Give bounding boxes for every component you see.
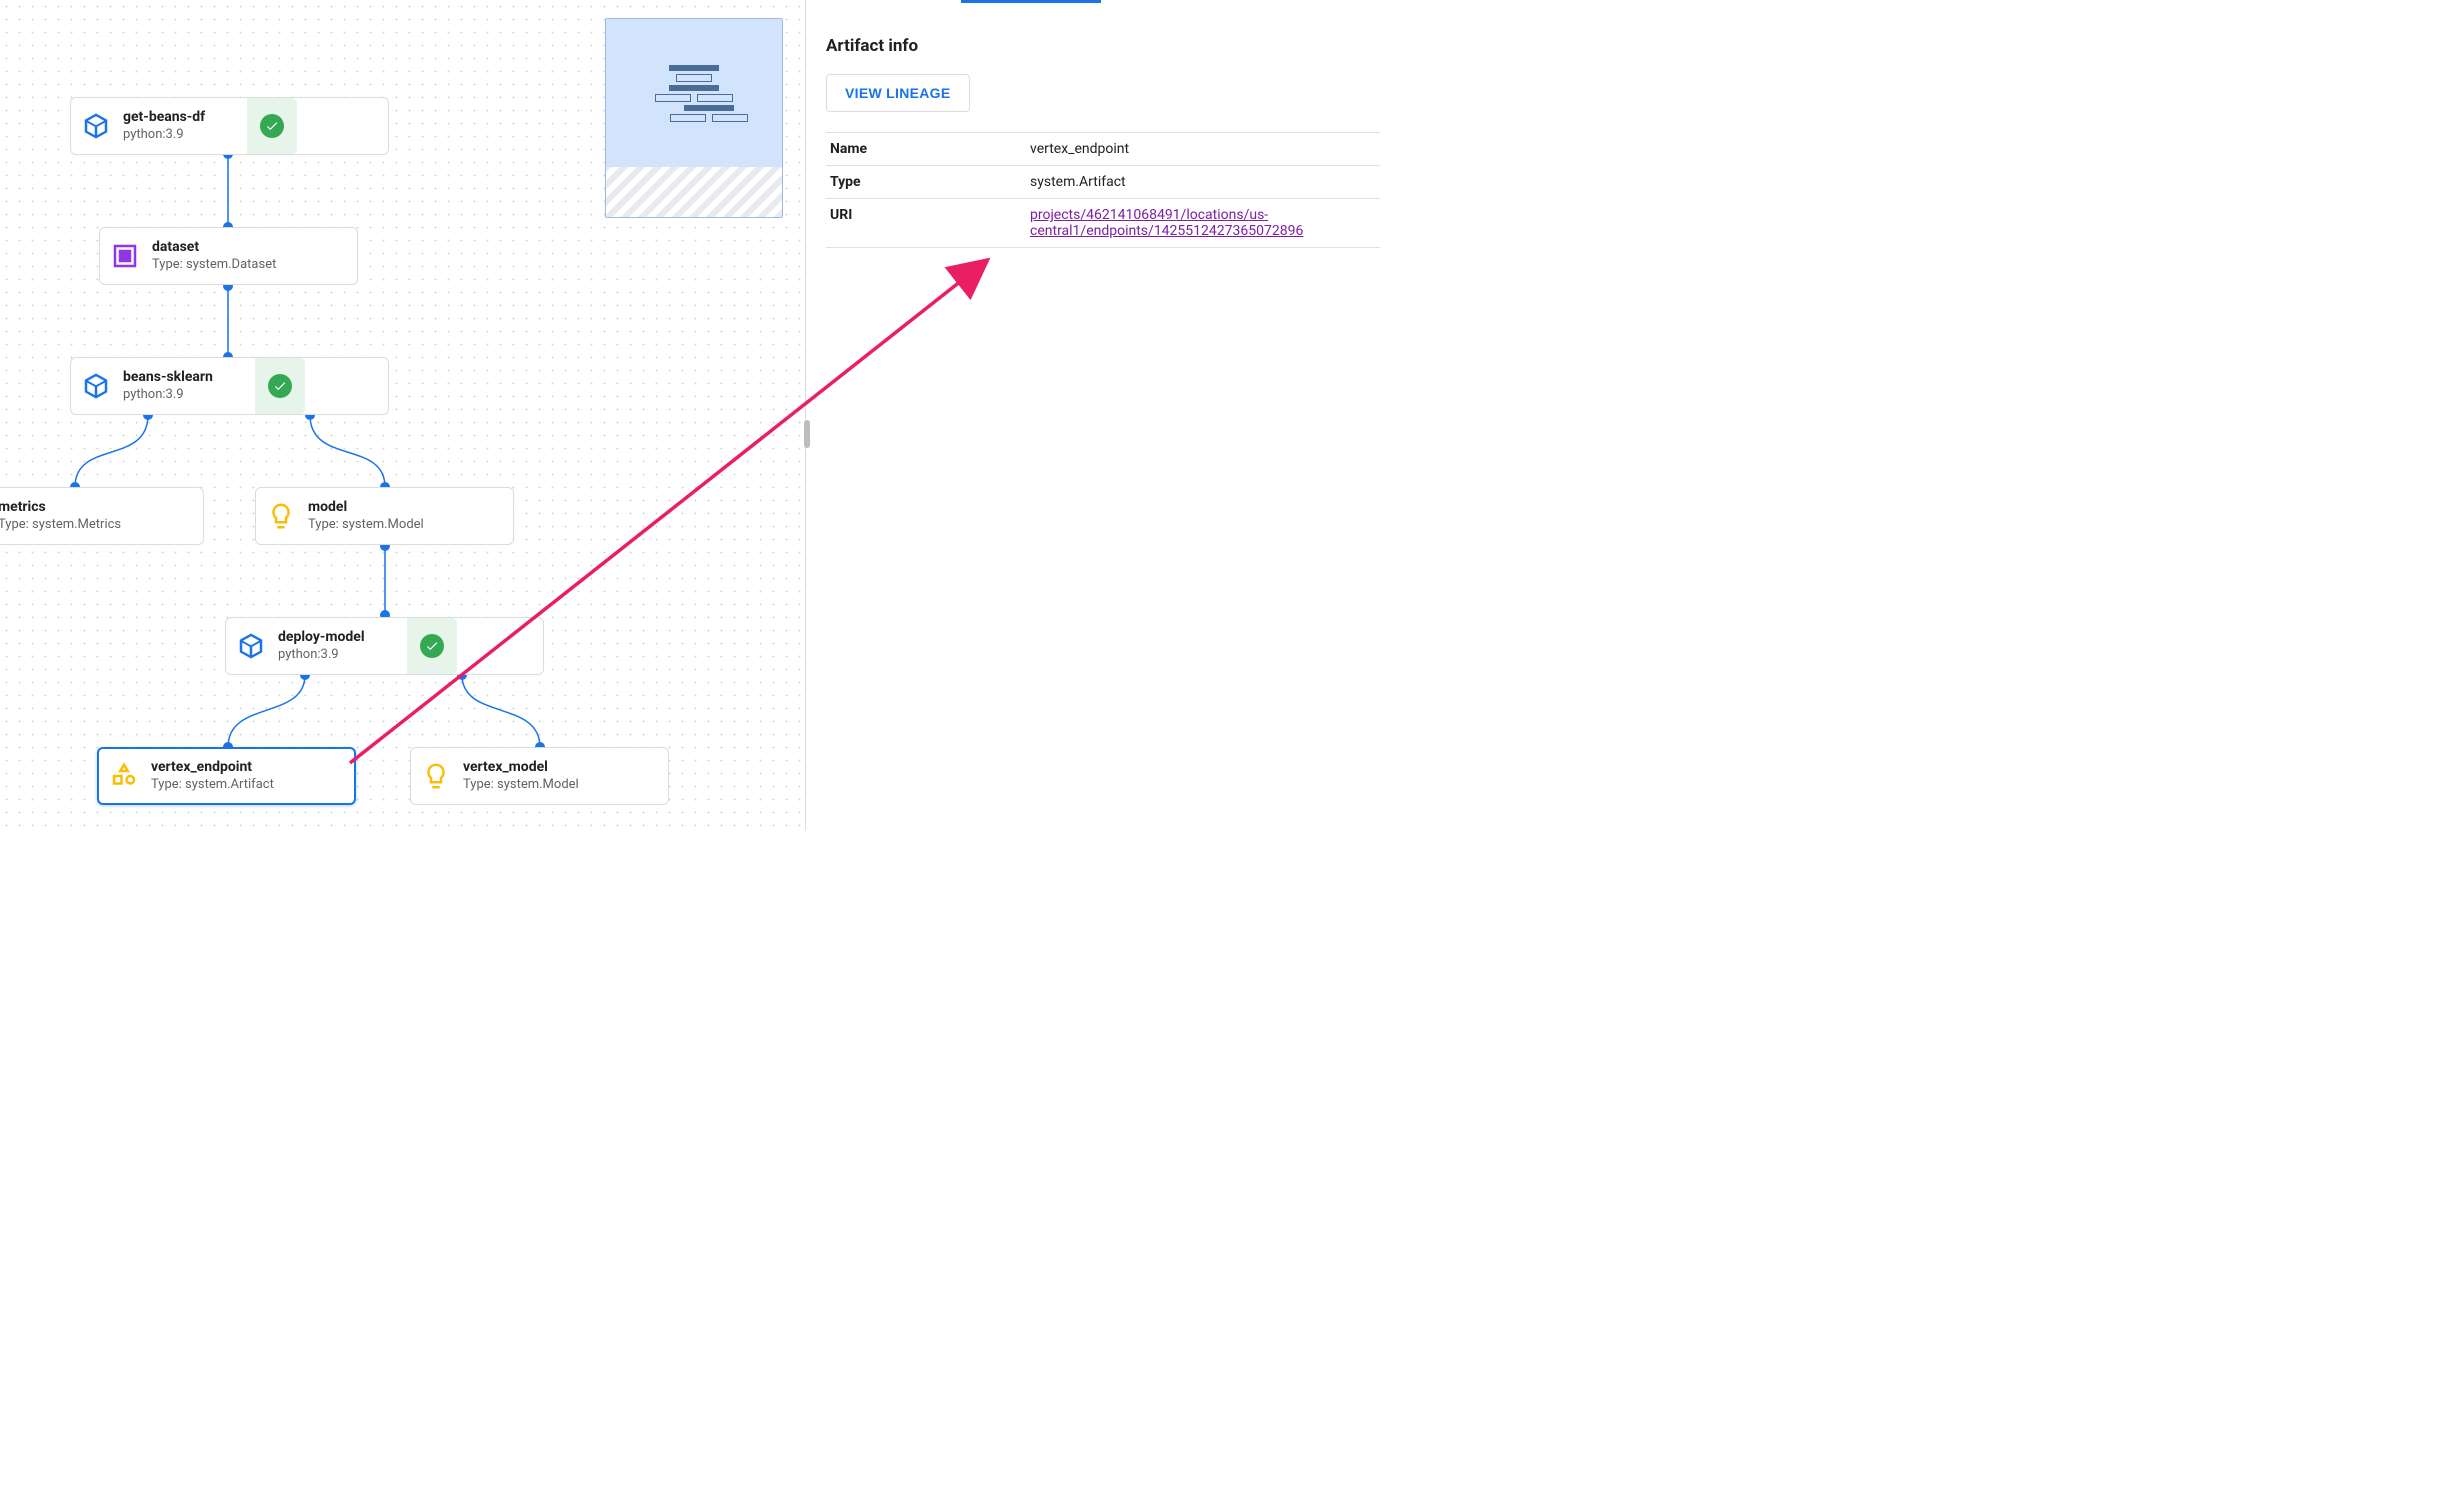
node-title: vertex_endpoint <box>151 758 274 776</box>
node-title: get-beans-df <box>123 108 205 126</box>
node-subtitle: python:3.9 <box>278 647 365 664</box>
node-model[interactable]: model Type: system.Model <box>255 487 514 545</box>
node-get-beans-df[interactable]: get-beans-df python:3.9 <box>70 97 389 155</box>
info-row-type: Type system.Artifact <box>826 166 1380 199</box>
lightbulb-icon <box>266 501 296 531</box>
node-subtitle: python:3.9 <box>123 127 205 144</box>
node-deploy-model[interactable]: deploy-model python:3.9 <box>225 617 544 675</box>
node-title: model <box>308 498 424 516</box>
node-title: beans-sklearn <box>123 368 213 386</box>
artifact-icon <box>109 761 139 791</box>
node-subtitle: Type: system.Dataset <box>152 257 276 274</box>
node-vertex-endpoint[interactable]: vertex_endpoint Type: system.Artifact <box>97 747 356 805</box>
node-title: metrics <box>0 498 121 516</box>
info-value: system.Artifact <box>1026 166 1380 199</box>
panel-title: Artifact info <box>826 36 1380 56</box>
status-success-icon <box>407 618 457 674</box>
info-key: Type <box>826 166 1026 199</box>
node-subtitle: Type: system.Model <box>308 517 424 534</box>
node-subtitle: Type: system.Metrics <box>0 517 121 534</box>
info-key: Name <box>826 133 1026 166</box>
status-success-icon <box>255 358 305 414</box>
scrollbar-thumb[interactable] <box>804 420 810 448</box>
node-beans-sklearn[interactable]: beans-sklearn python:3.9 <box>70 357 389 415</box>
artifact-info-table: Name vertex_endpoint Type system.Artifac… <box>826 132 1380 248</box>
minimap[interactable] <box>605 18 783 218</box>
info-row-name: Name vertex_endpoint <box>826 133 1380 166</box>
minimap-viewport <box>606 19 782 167</box>
active-tab-indicator <box>961 0 1101 3</box>
minimap-outside <box>606 167 782 217</box>
uri-link[interactable]: projects/462141068491/locations/us-centr… <box>1030 207 1303 239</box>
dataset-icon <box>110 241 140 271</box>
info-key: URI <box>826 199 1026 248</box>
view-lineage-button[interactable]: VIEW LINEAGE <box>826 74 970 112</box>
status-success-icon <box>247 98 297 154</box>
container-icon <box>236 631 266 661</box>
node-title: dataset <box>152 238 276 256</box>
container-icon <box>81 111 111 141</box>
node-metrics[interactable]: metrics Type: system.Metrics <box>0 487 204 545</box>
node-subtitle: python:3.9 <box>123 387 213 404</box>
node-vertex-model[interactable]: vertex_model Type: system.Model <box>410 747 669 805</box>
node-dataset[interactable]: dataset Type: system.Dataset <box>99 227 358 285</box>
node-title: deploy-model <box>278 628 365 646</box>
node-title: vertex_model <box>463 758 579 776</box>
app-root: get-beans-df python:3.9 dataset Type: sy… <box>0 0 1400 830</box>
node-subtitle: Type: system.Model <box>463 777 579 794</box>
info-value: vertex_endpoint <box>1026 133 1380 166</box>
pipeline-graph-canvas[interactable]: get-beans-df python:3.9 dataset Type: sy… <box>0 0 806 830</box>
lightbulb-icon <box>421 761 451 791</box>
container-icon <box>81 371 111 401</box>
info-row-uri: URI projects/462141068491/locations/us-c… <box>826 199 1380 248</box>
node-subtitle: Type: system.Artifact <box>151 777 274 794</box>
side-panel: Artifact info VIEW LINEAGE Name vertex_e… <box>806 0 1400 830</box>
